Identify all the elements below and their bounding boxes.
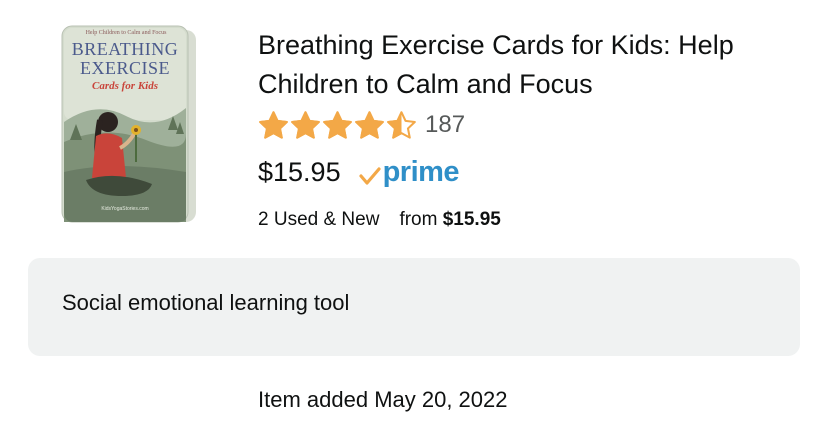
cover-title-line2: EXERCISE xyxy=(79,58,170,78)
price: $15.95 xyxy=(258,156,341,187)
prime-badge: prime xyxy=(358,152,460,192)
note-text: Social emotional learning tool xyxy=(62,290,350,315)
star-rating xyxy=(258,110,417,141)
cover-footer: KidsYogaStories.com xyxy=(101,206,149,212)
offers-row[interactable]: 2 Used & New from $15.95 xyxy=(258,209,501,231)
prime-check-icon xyxy=(358,167,381,185)
star-icon xyxy=(355,110,384,139)
star-icon xyxy=(291,110,320,139)
star-icon xyxy=(323,110,352,139)
product-title[interactable]: Breathing Exercise Cards for Kids: Help … xyxy=(258,26,798,104)
offers-from-label: from xyxy=(399,209,438,230)
offers-from-price: $15.95 xyxy=(442,209,501,230)
note-box[interactable]: Social emotional learning tool xyxy=(28,258,800,356)
star-icon xyxy=(259,110,288,139)
half-star-icon xyxy=(387,110,416,139)
product-image[interactable]: Help Children to Calm and Focus BREATHIN… xyxy=(56,22,198,232)
cover-subtitle: Cards for Kids xyxy=(91,80,159,92)
rating-row[interactable]: 187 xyxy=(258,108,465,142)
prime-label: prime xyxy=(382,155,460,188)
cover-title-line1: BREATHING xyxy=(71,39,179,59)
offers-label[interactable]: 2 Used & New xyxy=(258,209,379,230)
price-row: $15.95 prime xyxy=(258,150,460,194)
review-count[interactable]: 187 xyxy=(425,111,465,139)
cover-banner: Help Children to Calm and Focus xyxy=(85,30,167,36)
item-added-date: Item added May 20, 2022 xyxy=(258,387,508,412)
